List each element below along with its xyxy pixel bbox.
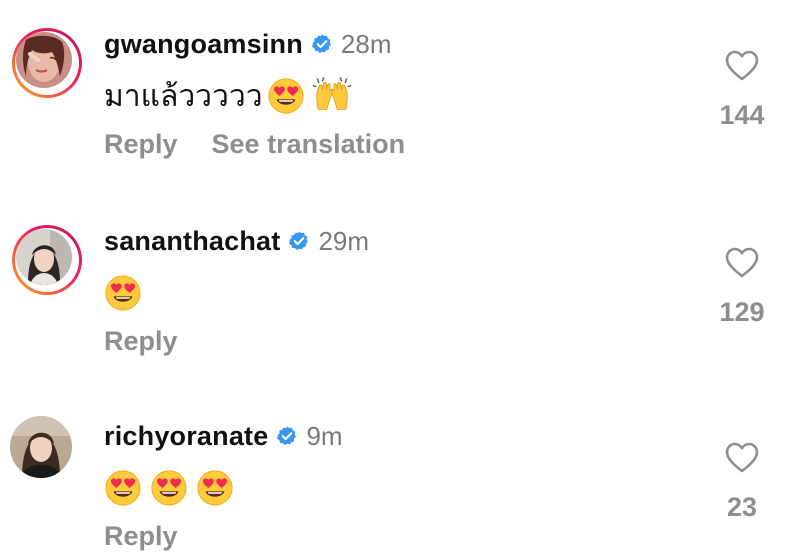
verified-badge-icon <box>311 33 333 55</box>
heart-icon[interactable] <box>725 247 759 279</box>
verified-badge-icon <box>288 230 310 252</box>
timestamp: 28m <box>340 28 392 59</box>
comment-text: มาแล้ววววว <box>104 74 351 118</box>
like-count: 129 <box>719 297 765 327</box>
comment-actions: Reply See translation <box>104 129 405 160</box>
like-count: 23 <box>726 492 758 522</box>
avatar[interactable] <box>12 225 82 295</box>
comment-text-content: มาแล้ววววว <box>104 79 263 113</box>
heart-eyes-emoji-icon <box>150 469 188 507</box>
username[interactable]: richyoranate <box>104 421 268 452</box>
comment-text <box>104 271 142 315</box>
comment-text <box>104 466 234 510</box>
verified-badge-icon <box>276 425 298 447</box>
reply-button[interactable]: Reply <box>104 129 178 160</box>
heart-eyes-emoji-icon <box>104 274 142 312</box>
heart-eyes-emoji-icon <box>196 469 234 507</box>
like-control: 23 <box>712 442 772 523</box>
avatar[interactable] <box>10 416 72 478</box>
heart-icon[interactable] <box>725 50 759 82</box>
reply-button[interactable]: Reply <box>104 326 178 357</box>
avatar-image <box>16 32 72 88</box>
like-count: 144 <box>719 100 765 130</box>
timestamp: 9m <box>306 420 343 451</box>
comment-actions: Reply <box>104 326 178 357</box>
avatar-image <box>16 229 72 285</box>
like-control: 129 <box>712 247 772 328</box>
avatar[interactable] <box>12 28 82 98</box>
comment-actions: Reply <box>104 521 178 552</box>
heart-icon[interactable] <box>725 442 759 474</box>
timestamp: 29m <box>318 225 370 256</box>
like-control: 144 <box>712 50 772 131</box>
heart-eyes-emoji-icon <box>267 77 305 115</box>
username[interactable]: sananthachat <box>104 226 280 257</box>
comment-header: richyoranate 9m <box>104 416 343 456</box>
heart-eyes-emoji-icon <box>104 469 142 507</box>
comment-header: sananthachat 29m <box>104 221 369 261</box>
username[interactable]: gwangoamsinn <box>104 29 303 60</box>
raising-hands-emoji-icon <box>313 77 351 115</box>
reply-button[interactable]: Reply <box>104 521 178 552</box>
comment-header: gwangoamsinn 28m <box>104 24 392 64</box>
see-translation-button[interactable]: See translation <box>212 129 406 160</box>
